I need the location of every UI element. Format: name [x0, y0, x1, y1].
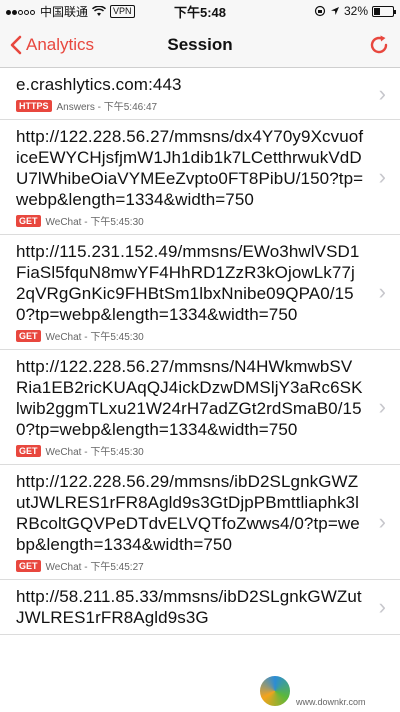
wifi-icon	[92, 5, 107, 16]
chevron-right-icon: ›	[378, 594, 386, 619]
request-row[interactable]: http://122.228.56.27/mmsns/N4HWkmwbSVRia…	[0, 350, 400, 465]
battery-level	[374, 7, 380, 15]
request-meta: GET WeChat - 下午5:45:27	[16, 558, 364, 573]
method-badge: GET	[16, 444, 41, 457]
request-source-time: WeChat - 下午5:45:30	[45, 447, 144, 458]
location-icon	[330, 7, 339, 15]
request-row[interactable]: e.crashlytics.com:443 HTTPS Answers - 下午…	[0, 68, 400, 120]
chevron-right-icon: ›	[378, 279, 386, 304]
refresh-icon	[370, 35, 388, 53]
request-meta: HTTPS Answers - 下午5:46:47	[16, 98, 364, 113]
battery-icon	[372, 5, 396, 17]
request-row[interactable]: http://122.228.56.27/mmsns/dx4Y70y9Xcvuo…	[0, 120, 400, 235]
back-button[interactable]: Analytics	[10, 35, 94, 55]
carrier-label: 中国联通	[40, 4, 89, 19]
chevron-right-icon: ›	[378, 394, 386, 419]
request-source-time: WeChat - 下午5:45:30	[45, 217, 144, 228]
request-url: http://58.211.85.33/mmsns/ibD2SLgnkGWZut…	[16, 587, 362, 627]
request-meta: GET WeChat - 下午5:45:30	[16, 213, 364, 228]
status-bar: 中国联通 VPN 下午5:48 32%	[0, 0, 400, 22]
request-url: http://122.228.56.27/mmsns/dx4Y70y9Xcvuo…	[16, 127, 364, 209]
signal-strength-icon	[6, 4, 36, 18]
request-row[interactable]: http://115.231.152.49/mmsns/EWo3hwlVSD1F…	[0, 235, 400, 350]
chevron-right-icon: ›	[378, 80, 386, 106]
request-row[interactable]: http://58.211.85.33/mmsns/ibD2SLgnkGWZut…	[0, 580, 400, 635]
navigation-bar: Analytics Session	[0, 22, 400, 68]
request-source-time: Answers - 下午5:46:47	[56, 102, 158, 113]
request-source-time: WeChat - 下午5:45:30	[45, 332, 144, 343]
chevron-right-icon: ›	[378, 164, 386, 189]
refresh-button[interactable]	[368, 34, 390, 56]
method-badge: GET	[16, 559, 41, 572]
request-url: e.crashlytics.com:443	[16, 75, 182, 94]
request-url: http://122.228.56.29/mmsns/ibD2SLgnkGWZu…	[16, 472, 360, 554]
battery-percent: 32%	[343, 4, 368, 18]
request-source-time: WeChat - 下午5:45:27	[45, 562, 144, 573]
back-label: Analytics	[26, 34, 95, 54]
request-meta: GET WeChat - 下午5:45:30	[16, 328, 364, 343]
request-url: http://115.231.152.49/mmsns/EWo3hwlVSD1F…	[16, 242, 360, 324]
request-row[interactable]: http://122.228.56.29/mmsns/ibD2SLgnkGWZu…	[0, 465, 400, 580]
request-url: http://122.228.56.27/mmsns/N4HWkmwbSVRia…	[16, 357, 363, 439]
method-badge: HTTPS	[16, 99, 52, 112]
vpn-badge: VPN	[110, 4, 135, 18]
lock-rotation-icon	[314, 5, 326, 17]
method-badge: GET	[16, 329, 41, 342]
request-meta: GET WeChat - 下午5:45:30	[16, 443, 364, 458]
request-list[interactable]: e.crashlytics.com:443 HTTPS Answers - 下午…	[0, 68, 400, 712]
chevron-right-icon: ›	[378, 509, 386, 534]
method-badge: GET	[16, 214, 41, 227]
chevron-left-icon	[10, 35, 22, 54]
